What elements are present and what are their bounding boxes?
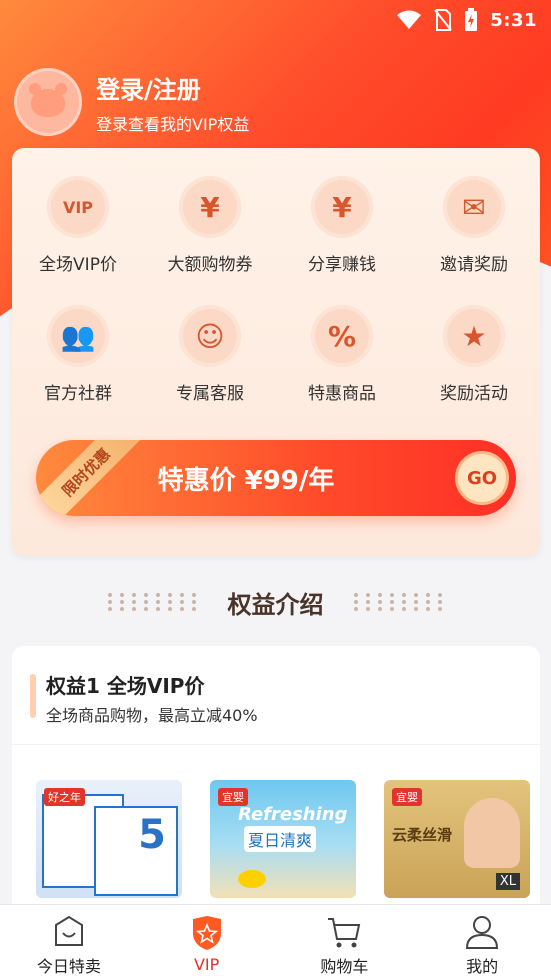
baby-photo [464,798,520,868]
avatar[interactable] [14,68,82,136]
tab-label: VIP [193,955,220,974]
discount-icon: % [311,305,373,367]
bottom-tab-bar: 今日特卖 VIP 购物车 我的 [0,904,551,980]
perk-label: 大额购物券 [167,255,253,275]
perk-label: 官方社群 [44,384,112,404]
promo-price-text: 特惠价 ¥99/年 [157,465,335,496]
headset-icon: ☺ [179,305,241,367]
perks-grid: VIP 全场VIP价 ¥ 大额购物券 ¥ 分享赚钱 ✉ 邀请奖励 👥 官方社群 … [12,176,540,404]
brand-logo: 宜婴 [392,788,422,806]
person-icon [466,916,499,949]
product-diaper-1[interactable]: 好之年 5 [36,780,182,898]
perk-discount-goods[interactable]: % 特惠商品 [276,305,408,404]
perk-vip-price[interactable]: VIP 全场VIP价 [12,176,144,275]
tab-cart[interactable]: 购物车 [276,905,414,980]
group-icon: 👥 [47,305,109,367]
decor-dots-left [107,593,198,611]
vip-price-button[interactable]: 限时优惠 特惠价 ¥99/年 GO [36,440,516,516]
perk-label: 邀请奖励 [440,255,508,275]
cart-icon [328,918,361,948]
benefit-accent-bar [30,674,36,718]
bag-icon [54,915,83,946]
product-list: 好之年 5 宜婴 Refreshing 夏日清爽 宜婴 云柔丝滑 XL [36,780,530,898]
status-bar: 5:31 [396,6,537,34]
red-envelope-icon: ✉ [443,176,505,238]
tab-label: 我的 [466,957,499,976]
perk-label: 奖励活动 [440,384,508,404]
product-subtitle: 夏日清爽 [244,826,317,852]
perk-invite-reward[interactable]: ✉ 邀请奖励 [408,176,540,275]
coupon-icon: ¥ [179,176,241,238]
perk-official-group[interactable]: 👥 官方社群 [12,305,144,404]
product-diaper-2[interactable]: 宜婴 Refreshing 夏日清爽 [210,780,356,898]
tab-today-sale[interactable]: 今日特卖 [0,905,138,980]
product-diaper-3[interactable]: 宜婴 云柔丝滑 XL [384,780,530,898]
wifi-icon [397,10,422,29]
duck-icon [238,870,266,888]
perk-label: 特惠商品 [308,384,376,404]
decor-dots-right [353,593,444,611]
benefit-title: 权益1 全场VIP价 [46,674,205,698]
perk-coupon[interactable]: ¥ 大额购物券 [144,176,276,275]
login-title[interactable]: 登录/注册 [96,70,249,105]
perk-label: 全场VIP价 [39,255,117,275]
login-profile[interactable]: 登录/注册 登录查看我的VIP权益 [14,68,249,136]
divider [12,744,540,745]
perk-customer-service[interactable]: ☺ 专属客服 [144,305,276,404]
benefit-card: 权益1 全场VIP价 全场商品购物，最高立减40% 好之年 5 宜婴 Refre… [12,646,540,946]
tab-label: 今日特卖 [36,957,101,976]
vip-tag-icon: VIP [47,176,109,238]
perk-share-earn[interactable]: ¥ 分享赚钱 [276,176,408,275]
perk-label: 专属客服 [176,384,244,404]
login-subtitle: 登录查看我的VIP权益 [96,114,250,134]
brand-logo: 好之年 [44,788,85,806]
tab-label: 购物车 [320,957,369,976]
product-badge: 5 [138,812,166,858]
product-title: 云柔丝滑 [392,826,453,844]
section-header: 权益介绍 [0,584,551,620]
perk-reward-activity[interactable]: ★ 奖励活动 [408,305,540,404]
benefit-subtitle: 全场商品购物，最高立减40% [46,706,258,725]
perk-label: 分享赚钱 [308,255,376,275]
no-sim-icon [434,9,452,31]
battery-icon [465,8,478,31]
go-button[interactable]: GO [458,454,506,502]
vip-shield-icon [192,916,221,950]
section-title: 权益介绍 [227,590,324,619]
medal-icon: ★ [443,305,505,367]
tab-vip[interactable]: VIP [138,905,276,980]
bear-icon [31,89,65,117]
vip-perks-card: VIP 全场VIP价 ¥ 大额购物券 ¥ 分享赚钱 ✉ 邀请奖励 👥 官方社群 … [12,148,540,556]
status-time: 5:31 [490,9,537,31]
money-bag-icon: ¥ [311,176,373,238]
tab-mine[interactable]: 我的 [413,905,551,980]
product-title: Refreshing [238,804,348,825]
product-size: XL [495,873,520,890]
